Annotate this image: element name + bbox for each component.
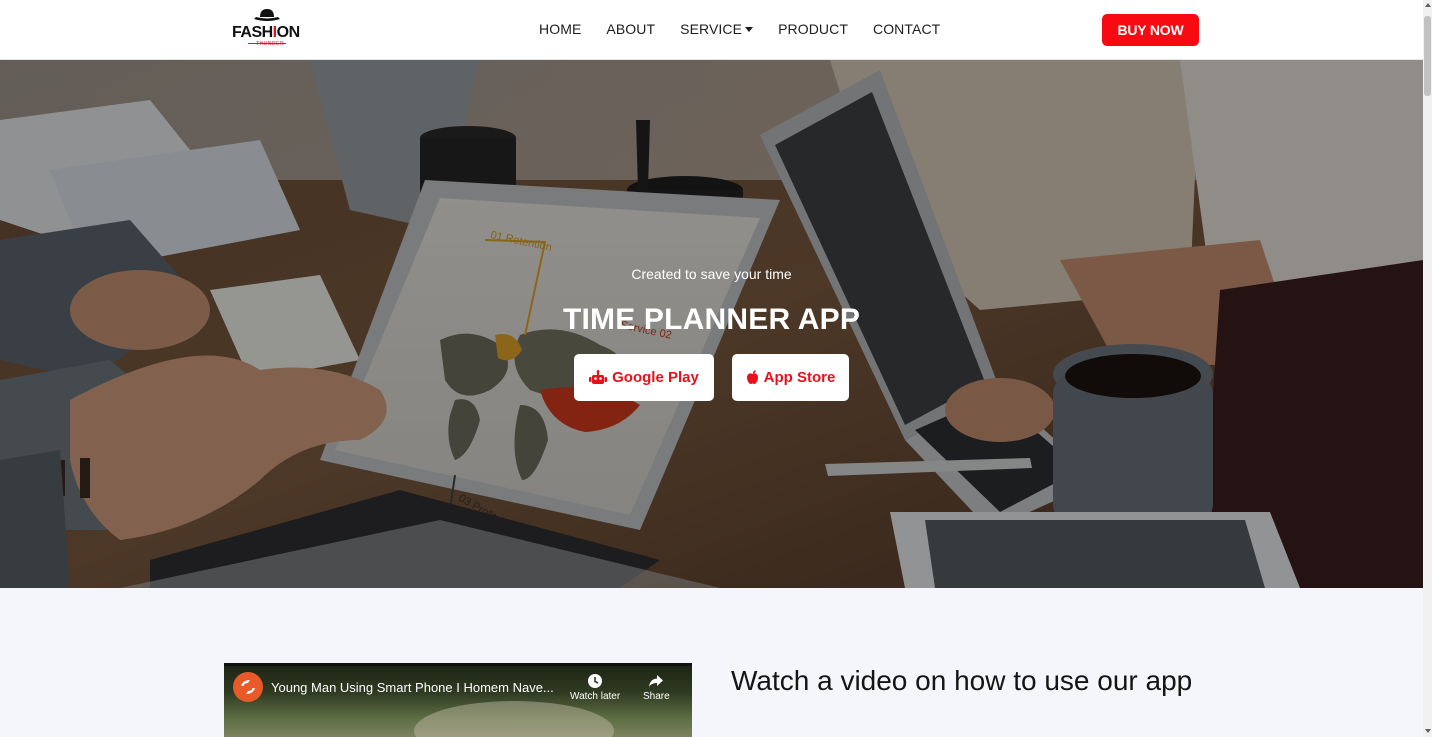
nav-home[interactable]: HOME — [539, 21, 581, 37]
hero-subtitle: Created to save your time — [631, 266, 792, 282]
caret-down-icon — [745, 26, 754, 32]
scroll-up-arrow-icon[interactable] — [1425, 3, 1431, 7]
share-button[interactable]: Share — [643, 673, 670, 702]
section-heading: Watch a video on how to use our app — [731, 665, 1193, 696]
page-scrollbar[interactable] — [1423, 0, 1432, 737]
share-label: Share — [643, 691, 670, 702]
channel-logo-icon[interactable] — [233, 672, 263, 702]
main-nav: HOME ABOUT SERVICE PRODUCT CONTACT — [539, 21, 965, 37]
watch-later-label: Watch later — [570, 691, 621, 702]
youtube-video-embed[interactable]: Young Man Using Smart Phone I Homem Nave… — [224, 663, 692, 737]
hero-title: TIME PLANNER APP — [562, 303, 861, 336]
clock-icon — [588, 674, 603, 688]
logo-word: FASHION — [232, 24, 300, 41]
nav-product[interactable]: PRODUCT — [778, 21, 848, 37]
app-store-button[interactable]: App Store — [732, 354, 849, 401]
android-icon — [589, 369, 608, 384]
app-store-label: App Store — [763, 369, 836, 386]
page: FASHION THUNDER HOME ABOUT SERVICE PRODU… — [0, 0, 1432, 737]
google-play-button[interactable]: Google Play — [574, 354, 714, 401]
scroll-thumb[interactable] — [1424, 16, 1431, 96]
hat-icon — [254, 9, 280, 21]
hero-section: 01 Retention Service 02 03 Profitability… — [0, 60, 1423, 588]
video-topbar — [224, 663, 692, 666]
google-play-label: Google Play — [612, 369, 699, 386]
brand-logo[interactable]: FASHION THUNDER — [230, 8, 300, 48]
share-icon — [649, 675, 664, 687]
apple-icon — [746, 370, 758, 385]
video-title[interactable]: Young Man Using Smart Phone I Homem Nave… — [271, 680, 554, 695]
nav-service[interactable]: SERVICE — [680, 21, 754, 37]
nav-contact[interactable]: CONTACT — [873, 21, 940, 37]
nav-about[interactable]: ABOUT — [606, 21, 655, 37]
scroll-down-arrow-icon[interactable] — [1425, 729, 1431, 733]
watch-later-button[interactable]: Watch later — [570, 673, 620, 702]
logo-tagline: THUNDER — [256, 41, 284, 47]
site-header: FASHION THUNDER HOME ABOUT SERVICE PRODU… — [0, 0, 1423, 60]
buy-now-button[interactable]: BUY NOW — [1102, 14, 1199, 46]
